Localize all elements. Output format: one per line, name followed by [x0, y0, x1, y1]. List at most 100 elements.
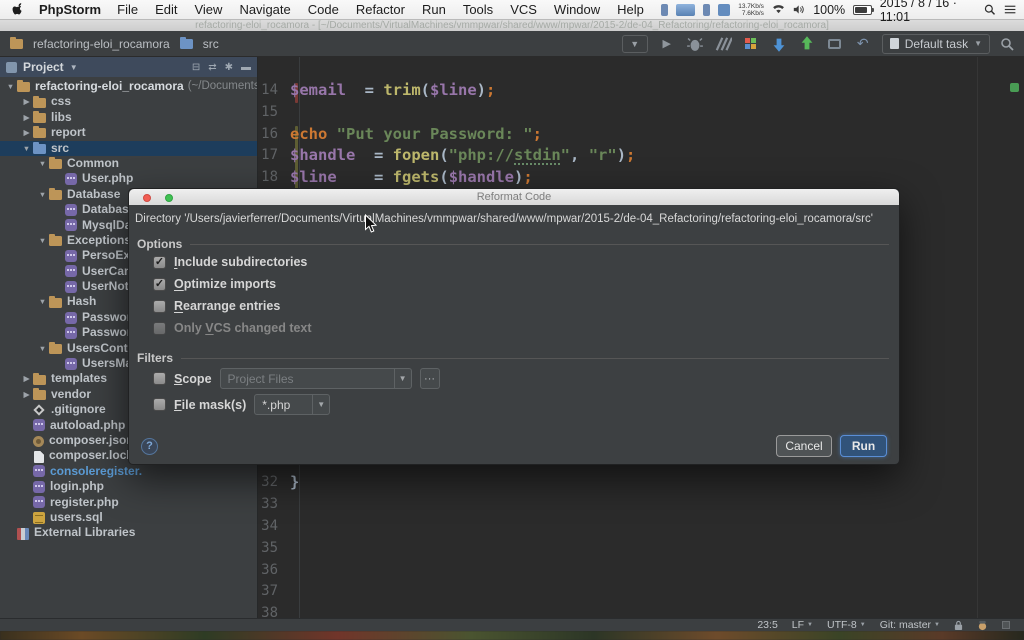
- collapse-all-icon[interactable]: ⊟: [192, 62, 200, 73]
- code-line[interactable]: 35: [258, 538, 1024, 560]
- gear-icon[interactable]: ✱: [225, 62, 233, 73]
- debug-icon[interactable]: [686, 35, 704, 53]
- istat-mem-widget[interactable]: [718, 4, 730, 16]
- coverage-icon[interactable]: [714, 35, 732, 53]
- wifi-icon[interactable]: [772, 4, 785, 15]
- menu-item[interactable]: File: [117, 2, 138, 17]
- run-config-dropdown[interactable]: ▼: [622, 35, 648, 53]
- git-branch-widget[interactable]: Git: master▼: [880, 619, 940, 631]
- tree-item[interactable]: login.php: [0, 479, 257, 494]
- cancel-button[interactable]: Cancel: [776, 435, 832, 457]
- tree-expand-arrow[interactable]: ▼: [36, 187, 49, 202]
- breadcrumb-project[interactable]: refactoring-eloi_rocamora: [10, 37, 170, 51]
- code-line[interactable]: 14 $email = trim($line);: [258, 80, 1024, 102]
- scope-checkbox[interactable]: [153, 372, 166, 385]
- volume-icon[interactable]: [793, 4, 805, 15]
- background-tasks-icon[interactable]: [1002, 621, 1010, 629]
- run-button[interactable]: Run: [840, 435, 887, 457]
- tree-item[interactable]: External Libraries: [0, 525, 257, 540]
- chevron-down-icon[interactable]: ▼: [312, 395, 329, 414]
- chevron-down-icon[interactable]: ▼: [70, 63, 78, 72]
- tree-expand-arrow[interactable]: ▼: [20, 141, 33, 156]
- option-checkbox-row[interactable]: ✓ Only VCS changed text: [153, 317, 312, 339]
- line-ending-widget[interactable]: LF▼: [792, 619, 813, 631]
- menu-item[interactable]: VCS: [510, 2, 537, 17]
- hector-inspection-icon[interactable]: [977, 620, 988, 631]
- option-checkbox-row[interactable]: ✓ Include subdirectories: [153, 251, 312, 273]
- caret-position-widget[interactable]: 23:5: [757, 619, 777, 631]
- checkbox[interactable]: ✓: [153, 278, 166, 291]
- checkbox[interactable]: ✓: [153, 256, 166, 269]
- spotlight-icon[interactable]: [984, 3, 995, 16]
- notification-center-icon[interactable]: [1004, 4, 1016, 15]
- task-combo[interactable]: Default task ▼: [882, 34, 990, 54]
- menu-item[interactable]: Navigate: [239, 2, 290, 17]
- breadcrumb-src[interactable]: src: [180, 37, 219, 51]
- profiler-icon[interactable]: [742, 35, 760, 53]
- istat-disk-widget[interactable]: [703, 4, 710, 16]
- help-button[interactable]: ?: [141, 438, 158, 455]
- tree-item[interactable]: ▼ src: [0, 141, 257, 156]
- tree-expand-arrow[interactable]: ▼: [36, 294, 49, 309]
- vcs-commit-icon[interactable]: [798, 35, 816, 53]
- tree-expand-arrow[interactable]: ▶: [20, 110, 33, 125]
- run-button[interactable]: ▶: [658, 35, 676, 53]
- tree-item[interactable]: ▶ libs: [0, 110, 257, 125]
- menu-item[interactable]: Run: [422, 2, 446, 17]
- search-everywhere-icon[interactable]: [1000, 37, 1014, 51]
- menu-item[interactable]: Refactor: [356, 2, 405, 17]
- tree-item[interactable]: ▼ refactoring-eloi_rocamora (~/Documents…: [0, 79, 257, 94]
- checkbox[interactable]: ✓: [153, 322, 166, 335]
- checkbox[interactable]: ✓: [153, 300, 166, 313]
- menu-item[interactable]: View: [194, 2, 222, 17]
- tree-expand-arrow[interactable]: ▶: [20, 371, 33, 386]
- tree-item[interactable]: consoleregister.: [0, 464, 257, 479]
- code-line[interactable]: 37: [258, 581, 1024, 603]
- close-window-button[interactable]: [143, 194, 151, 202]
- encoding-widget[interactable]: UTF-8▼: [827, 619, 866, 631]
- code-line[interactable]: 36: [258, 560, 1024, 582]
- tree-item[interactable]: ▶ report: [0, 125, 257, 140]
- scope-browse-button[interactable]: ···: [420, 368, 440, 389]
- tree-item[interactable]: User.php: [0, 171, 257, 186]
- battery-icon[interactable]: [853, 5, 872, 15]
- menu-item[interactable]: Code: [308, 2, 339, 17]
- option-checkbox-row[interactable]: ✓ Rearrange entries: [153, 295, 312, 317]
- lock-icon[interactable]: [954, 620, 963, 631]
- code-line[interactable]: 16 echo "Put your Password: ";: [258, 124, 1024, 146]
- apple-menu[interactable]: [12, 2, 25, 17]
- code-line[interactable]: 32 }: [258, 472, 1024, 494]
- tree-expand-arrow[interactable]: ▼: [36, 341, 49, 356]
- file-mask-combobox[interactable]: *.php ▼: [254, 394, 330, 415]
- code-line[interactable]: 33: [258, 494, 1024, 516]
- rollback-icon[interactable]: ↶: [854, 35, 872, 53]
- istat-graph-widget[interactable]: [676, 4, 695, 16]
- tree-expand-arrow[interactable]: ▼: [36, 233, 49, 248]
- vcs-update-icon[interactable]: [770, 35, 788, 53]
- chevron-down-icon[interactable]: ▼: [394, 369, 411, 388]
- file-mask-checkbox[interactable]: [153, 398, 166, 411]
- hide-panel-icon[interactable]: ▬: [241, 62, 251, 73]
- tree-expand-arrow[interactable]: ▶: [20, 125, 33, 140]
- tree-expand-arrow[interactable]: ▼: [36, 156, 49, 171]
- network-speed[interactable]: 13.7Kb/s 7.6Kb/s: [738, 3, 764, 17]
- istat-cpu-widget[interactable]: [661, 4, 668, 16]
- tree-expand-arrow[interactable]: ▶: [20, 94, 33, 109]
- event-log-icon[interactable]: [826, 35, 844, 53]
- tree-item[interactable]: users.sql: [0, 510, 257, 525]
- menu-item[interactable]: Help: [617, 2, 644, 17]
- project-panel-header[interactable]: Project ▼ ⊟ ⇄ ✱ ▬: [0, 57, 257, 77]
- tree-expand-arrow[interactable]: ▶: [20, 387, 33, 402]
- tree-item[interactable]: register.php: [0, 495, 257, 510]
- dialog-titlebar[interactable]: Reformat Code: [129, 189, 899, 205]
- code-line[interactable]: 34: [258, 516, 1024, 538]
- menu-item[interactable]: Edit: [155, 2, 177, 17]
- menubar-clock[interactable]: 2015 / 8 / 16 · 11:01: [880, 0, 977, 24]
- code-line[interactable]: 18 $line = fgets($handle);: [258, 167, 1024, 189]
- tree-item[interactable]: ▼ Common: [0, 156, 257, 171]
- code-line[interactable]: 15: [258, 102, 1024, 124]
- code-line[interactable]: 17 $handle = fopen("php://stdin", "r");: [258, 145, 1024, 167]
- locate-file-icon[interactable]: ⇄: [208, 62, 216, 73]
- menu-item[interactable]: Tools: [463, 2, 493, 17]
- tree-item[interactable]: ▶ css: [0, 94, 257, 109]
